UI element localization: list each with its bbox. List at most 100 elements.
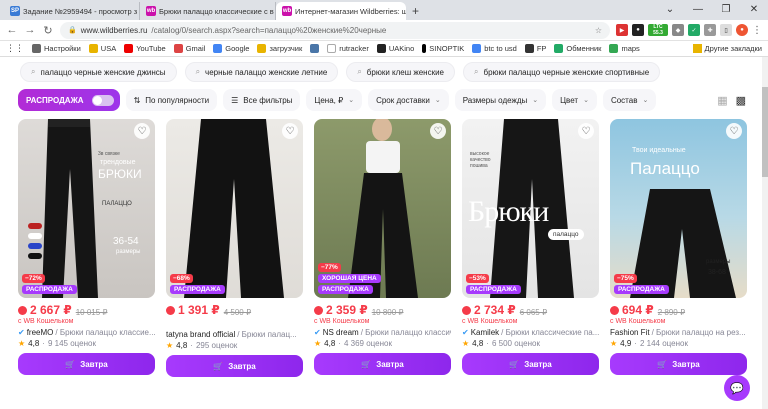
composition-filter[interactable]: Состав ⌄	[602, 89, 657, 111]
suggestion-chip[interactable]: ⌕ палаццо черные женские джинсы	[20, 62, 177, 82]
bookmark-item[interactable]: загрузчик	[257, 44, 302, 53]
heart-icon[interactable]: ♡	[726, 123, 742, 139]
bookmark-item[interactable]: Настройки	[32, 44, 81, 53]
heart-icon[interactable]: ♡	[282, 123, 298, 139]
product-image[interactable]: ♡ −68% РАСПРОДАЖА	[166, 119, 303, 298]
avatar[interactable]: ●	[736, 24, 748, 36]
reviews-count: 2 144 оценок	[639, 339, 688, 348]
bookmark-item[interactable]: Google	[213, 44, 249, 53]
scrollbar-thumb[interactable]	[762, 87, 768, 177]
chat-button[interactable]: 💬	[724, 375, 750, 401]
overlay-text: размеры	[116, 249, 141, 255]
sale-toggle[interactable]: РАСПРОДАЖА	[18, 89, 120, 111]
cart-label: Завтра	[80, 359, 108, 369]
rating-value: 4,8	[28, 339, 40, 348]
scrollbar[interactable]	[762, 57, 768, 409]
sort-button[interactable]: ⇅ По популярности	[125, 89, 218, 111]
product-title[interactable]: ✔ Kamilek / Брюки классические па...	[462, 328, 599, 337]
heart-icon[interactable]: ♡	[578, 123, 594, 139]
grid-large-icon[interactable]: ▦	[717, 94, 727, 107]
product-image[interactable]: ♡ −77% ХОРОШАЯ ЦЕНА РАСПРОДАЖА	[314, 119, 451, 298]
overlay-text: 38-68	[708, 269, 726, 276]
wallet-icon	[166, 305, 175, 315]
close-icon[interactable]: ✕	[740, 0, 768, 20]
extension-icon[interactable]: ▶	[616, 24, 628, 36]
color-filter[interactable]: Цвет ⌄	[552, 89, 597, 111]
product-image[interactable]: Твои идеальные Палаццо размеры 38-68 ♡ −…	[610, 119, 747, 298]
bookmark-item[interactable]	[310, 44, 320, 53]
suggestion-chip[interactable]: ⌕ черные палаццо женские летние	[184, 62, 339, 82]
all-filters-button[interactable]: ☰ Все фильтры	[223, 89, 301, 111]
product-title[interactable]: ✔NS dream / Брюки палаццо классиче...	[314, 328, 451, 337]
search-icon: ⌕	[357, 67, 362, 76]
product-card[interactable]: ♡ −68% РАСПРОДАЖА 1 391 ₽ 4 500 ₽ tatyna…	[166, 119, 303, 377]
toggle-switch[interactable]	[91, 94, 114, 106]
bookmark-item[interactable]: FP	[524, 44, 546, 53]
new-tab-button[interactable]: +	[406, 2, 425, 20]
cart-icon: 🛒	[213, 361, 224, 371]
star-icon[interactable]: ☆	[595, 26, 602, 35]
url-input[interactable]: 🔒 www.wildberries.ru/catalog/0/search.as…	[60, 21, 610, 39]
price-filter[interactable]: Цена, ₽ ⌄	[306, 89, 363, 111]
bookmark-item[interactable]: Gmail	[173, 44, 205, 53]
extension-icon[interactable]: ●	[632, 24, 644, 36]
overlay-text: трендовые	[100, 159, 136, 166]
grid-small-icon[interactable]: ▩	[736, 94, 746, 107]
add-to-cart-button[interactable]: 🛒 Завтра	[166, 355, 303, 377]
bookmark-item[interactable]: SINOPTIK	[422, 44, 464, 53]
product-image[interactable]: 3в связке трендовые БРЮКИ ПАЛАЦЦО 36-54 …	[18, 119, 155, 298]
bookmark-item[interactable]: Обменник	[554, 44, 601, 53]
add-to-cart-button[interactable]: 🛒 Завтра	[314, 353, 451, 375]
bookmark-item[interactable]: maps	[609, 44, 640, 53]
suggestion-chip[interactable]: ⌕ брюки клеш женские	[346, 62, 456, 82]
bookmark-item[interactable]: YouTube	[124, 44, 166, 53]
add-to-cart-button[interactable]: 🛒 Завтра	[610, 353, 747, 375]
suggestion-chip[interactable]: ⌕ брюки палаццо черные женские спортивные	[463, 62, 661, 82]
google-icon	[472, 44, 482, 53]
ltc-extension[interactable]: LTC 55.3	[648, 24, 668, 36]
bookmark-item[interactable]: rutracker	[327, 44, 369, 53]
extension-icon[interactable]: ✓	[688, 24, 700, 36]
puzzle-icon[interactable]: ✚	[704, 24, 716, 36]
chat-icon: 💬	[730, 382, 744, 395]
old-price: 10 800 ₽	[371, 307, 404, 317]
heart-icon[interactable]: ♡	[430, 123, 446, 139]
browser-tab-active[interactable]: wb Интернет-магазин Wildberries: ш ✕	[276, 2, 406, 20]
product-title[interactable]: Fashion Fit / Брюки палаццо на рез...	[610, 328, 747, 337]
bookmark-label: USA	[100, 44, 117, 53]
back-icon[interactable]: ←	[6, 24, 18, 36]
product-card[interactable]: 3в связке трендовые БРЮКИ ПАЛАЦЦО 36-54 …	[18, 119, 155, 377]
apps-icon[interactable]: ⋮⋮	[6, 43, 24, 54]
product-card[interactable]: ♡ −77% ХОРОШАЯ ЦЕНА РАСПРОДАЖА 2 359 ₽ 1…	[314, 119, 451, 377]
bookmark-item[interactable]: btc to usd	[472, 44, 517, 53]
size-filter[interactable]: Размеры одежды ⌄	[454, 89, 547, 111]
add-to-cart-button[interactable]: 🛒 Завтра	[462, 353, 599, 375]
lock-icon[interactable]: 🔒	[68, 26, 77, 34]
sidebar-icon[interactable]: ▯	[720, 24, 732, 36]
reviews-count: 9 145 оценок	[47, 339, 96, 348]
bookmark-item[interactable]: UAKino	[376, 44, 414, 53]
extension-icon[interactable]: ◆	[672, 24, 684, 36]
forward-icon[interactable]: →	[24, 24, 36, 36]
product-card[interactable]: Твои идеальные Палаццо размеры 38-68 ♡ −…	[610, 119, 747, 377]
browser-tab[interactable]: wb Брюки палаццо классические с в ✕	[140, 2, 276, 20]
rating-value: 4,8	[176, 341, 188, 350]
add-to-cart-button[interactable]: 🛒 Завтра	[18, 353, 155, 375]
price-filter-label: Цена, ₽	[314, 95, 344, 105]
product-image[interactable]: Брюки палаццо высокое качество пошива ♡ …	[462, 119, 599, 298]
chevron-down-icon[interactable]: ⌄	[656, 0, 684, 20]
old-price: 10 015 ₽	[75, 307, 108, 317]
heart-icon[interactable]: ♡	[134, 123, 150, 139]
minimize-icon[interactable]: —	[684, 0, 712, 20]
product-card[interactable]: Брюки палаццо высокое качество пошива ♡ …	[462, 119, 599, 377]
bookmark-item[interactable]: USA	[88, 44, 117, 53]
price-row: 2 359 ₽ 10 800 ₽	[314, 303, 451, 317]
product-title[interactable]: ✔ freeMO / Брюки палаццо классие...	[18, 328, 155, 337]
maximize-icon[interactable]: ❐	[712, 0, 740, 20]
browser-tab[interactable]: SP Задание №2959494 - просмотр з ✕	[4, 2, 140, 20]
reload-icon[interactable]: ↻	[42, 24, 54, 37]
menu-icon[interactable]: ⋮	[752, 25, 762, 36]
other-bookmarks[interactable]: Другие закладки	[692, 44, 762, 53]
delivery-filter[interactable]: Срок доставки ⌄	[368, 89, 449, 111]
product-title[interactable]: tatyna brand official / Брюки палац...	[166, 330, 303, 339]
